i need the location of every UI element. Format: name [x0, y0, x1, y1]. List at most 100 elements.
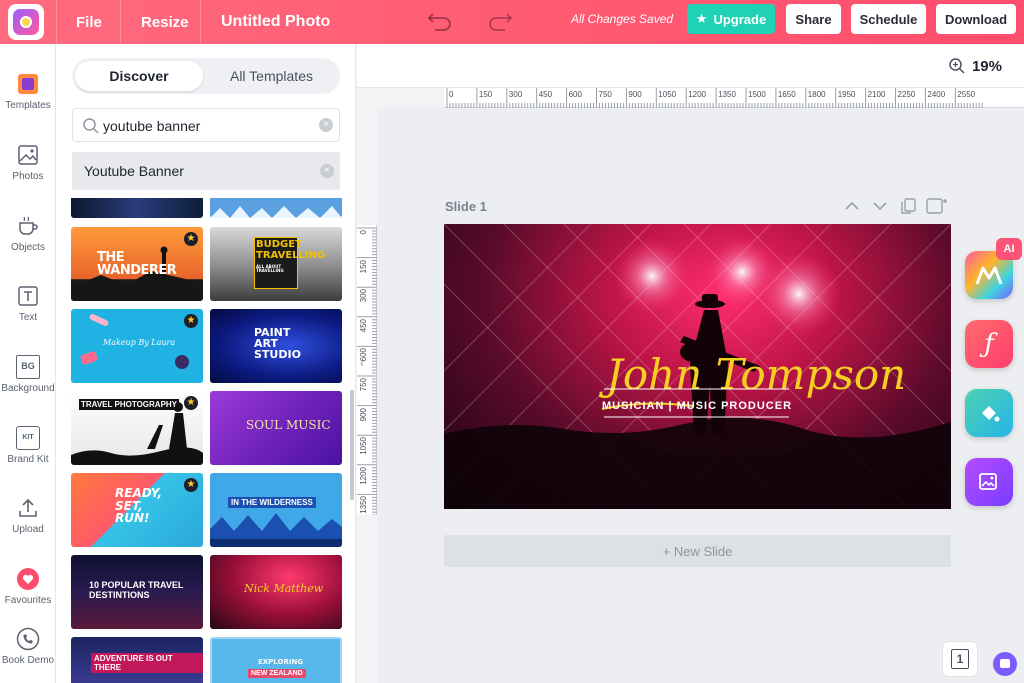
- thumb-subtitle: NEW ZEALAND: [248, 669, 306, 678]
- zoom-control[interactable]: 19%: [948, 57, 1002, 75]
- image-search-button[interactable]: [965, 458, 1013, 506]
- pages-button[interactable]: 1: [942, 641, 978, 677]
- template-thumb[interactable]: [210, 198, 342, 218]
- ruler-label: 600: [568, 90, 582, 99]
- template-thumb[interactable]: [71, 198, 203, 218]
- rail-favourites[interactable]: Favourites: [0, 567, 56, 606]
- ruler-label: 1050: [658, 90, 677, 99]
- thumb-title: SOUL MUSIC: [246, 418, 331, 432]
- tab-discover[interactable]: Discover: [75, 61, 203, 91]
- collapse-panel-icon[interactable]: ‹: [360, 356, 370, 370]
- thumb-title: READY, SET, RUN!: [115, 486, 163, 526]
- suggestion-label: Youtube Banner: [84, 163, 184, 179]
- premium-star-icon: ★: [184, 478, 198, 492]
- premium-star-icon: ★: [184, 314, 198, 328]
- template-thumb[interactable]: Nick Matthew: [210, 555, 342, 629]
- divider: [200, 0, 201, 44]
- template-thumb[interactable]: 10 POPULAR TRAVEL DESTINTIONS: [71, 555, 203, 629]
- file-menu[interactable]: File: [76, 0, 102, 44]
- undo-icon[interactable]: [426, 9, 454, 33]
- chat-support-icon[interactable]: [993, 652, 1017, 676]
- chevron-up-icon[interactable]: [843, 197, 861, 215]
- search-input[interactable]: youtube banner ×: [72, 108, 340, 142]
- premium-star-icon: ★: [184, 232, 198, 246]
- duplicate-icon[interactable]: [899, 197, 917, 215]
- top-bar: File Resize Untitled Photo All Changes S…: [0, 0, 1024, 44]
- rail-label: Templates: [5, 100, 51, 111]
- brand-kit-icon: KIT: [16, 426, 40, 450]
- ruler-label: 900: [359, 407, 368, 421]
- zoom-in-icon: [949, 58, 965, 74]
- rail-photos[interactable]: Photos: [0, 143, 56, 182]
- photos-icon: [18, 145, 38, 165]
- template-thumb[interactable]: BUDGET TRAVELLING ALL ABOUT TRAVELLING: [210, 227, 342, 301]
- rail-book-demo[interactable]: Book Demo: [0, 627, 56, 666]
- rail-background[interactable]: BG Background: [0, 355, 56, 394]
- zoom-level: 19%: [971, 57, 1002, 75]
- document-title[interactable]: Untitled Photo: [221, 0, 330, 44]
- ai-badge: AI: [996, 238, 1022, 260]
- upload-icon: [19, 498, 37, 517]
- ruler-label: 1200: [688, 90, 706, 99]
- ruler-label: 1350: [359, 496, 368, 515]
- paint-bucket-icon: [982, 406, 1000, 422]
- rail-upload[interactable]: Upload: [0, 496, 56, 535]
- thumb-subtitle: ALL ABOUT TRAVELLING: [256, 264, 284, 273]
- download-button[interactable]: Download: [936, 4, 1016, 34]
- fonts-button[interactable]: ƒ: [965, 320, 1013, 368]
- thumb-title: ADVENTURE IS OUT THERE: [91, 653, 203, 673]
- rail-label: Favourites: [4, 595, 52, 606]
- slide-tagline-text: MUSICIAN | MUSIC PRODUCER: [602, 400, 792, 412]
- coffee-cup-icon: [19, 216, 38, 235]
- slide-label: Slide 1: [445, 199, 487, 214]
- ruler-label: 450: [538, 90, 553, 99]
- template-thumb[interactable]: TRAVEL PHOTOGRAPHY ★: [71, 391, 203, 465]
- color-fill-button[interactable]: [965, 389, 1013, 437]
- ruler-label: 0: [359, 230, 368, 235]
- rail-templates[interactable]: Templates: [0, 72, 56, 111]
- new-slide-button[interactable]: + New Slide: [444, 535, 951, 567]
- chevron-down-icon[interactable]: [871, 197, 889, 215]
- left-rail: Templates Photos Objects Text BG Backgro…: [0, 44, 56, 683]
- ruler-label: 1650: [777, 90, 796, 99]
- rail-label: Photos: [12, 171, 44, 182]
- app-logo[interactable]: [8, 4, 44, 40]
- schedule-button[interactable]: Schedule: [851, 4, 926, 34]
- thumb-title: BUDGET TRAVELLING: [256, 239, 326, 261]
- share-button[interactable]: Share: [786, 4, 841, 34]
- slide-canvas[interactable]: John Tompson MUSICIAN | MUSIC PRODUCER: [444, 224, 951, 509]
- template-thumb[interactable]: SOUL MUSIC: [210, 391, 342, 465]
- tab-all-templates[interactable]: All Templates: [206, 61, 337, 91]
- rail-brand-kit[interactable]: KIT Brand Kit: [0, 426, 56, 465]
- rail-text[interactable]: Text: [0, 284, 56, 323]
- clear-search-icon[interactable]: ×: [319, 118, 333, 132]
- template-thumb[interactable]: PAINT ART STUDIO: [210, 309, 342, 383]
- redo-icon[interactable]: [486, 9, 514, 33]
- ruler-label: 1200: [359, 466, 368, 485]
- remove-suggestion-icon[interactable]: ×: [320, 164, 334, 178]
- phone-icon: [16, 627, 40, 651]
- thumb-title: Nick Matthew: [244, 582, 324, 595]
- heart-icon: [17, 568, 39, 590]
- upgrade-button[interactable]: ★ Upgrade: [687, 4, 775, 34]
- ruler-label: 2100: [867, 90, 886, 99]
- add-slide-icon[interactable]: [926, 197, 948, 215]
- rail-label: Book Demo: [1, 655, 55, 666]
- template-thumb[interactable]: Makeup By Laura ★: [71, 309, 203, 383]
- panel-scrollbar[interactable]: [350, 390, 354, 500]
- rail-objects[interactable]: Objects: [0, 214, 56, 253]
- template-thumb[interactable]: ADVENTURE IS OUT THERE: [71, 637, 203, 683]
- ruler-label: 1800: [807, 90, 826, 99]
- template-thumb[interactable]: EXPLORING NEW ZEALAND: [210, 637, 342, 683]
- image-search-icon: [979, 473, 997, 490]
- ruler-label: 1050: [359, 437, 368, 455]
- template-thumb[interactable]: THE WANDERER ★: [71, 227, 203, 301]
- search-suggestion[interactable]: Youtube Banner ×: [72, 152, 340, 190]
- thumb-title: Makeup By Laura: [103, 338, 176, 347]
- template-thumb[interactable]: READY, SET, RUN! ★: [71, 473, 203, 547]
- templates-icon: [18, 74, 38, 94]
- pages-icon: 1: [951, 649, 969, 669]
- template-thumb[interactable]: IN THE WILDERNESS: [210, 473, 342, 547]
- resize-menu[interactable]: Resize: [141, 0, 189, 44]
- ruler-label: 2250: [897, 90, 916, 99]
